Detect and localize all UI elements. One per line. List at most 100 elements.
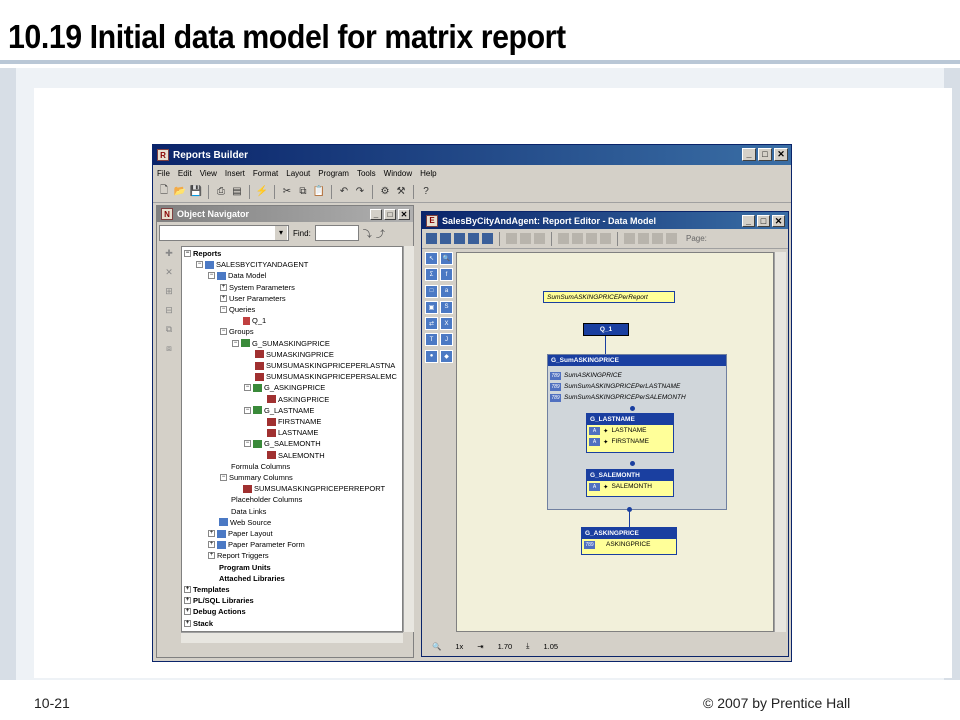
collapse-icon[interactable]: − — [232, 339, 239, 347]
expand-icon[interactable]: + — [208, 541, 215, 549]
query-q1[interactable]: Q_1 — [583, 323, 629, 336]
group-g-sumaskingprice[interactable]: G_SumASKINGPRICE 789 SumASKINGPRICE 789 Su… — [547, 354, 727, 510]
paper-layout-view-icon[interactable] — [454, 233, 465, 244]
menu-window[interactable]: Window — [384, 169, 412, 178]
tree-node[interactable]: + Debug Actions — [184, 607, 246, 616]
size-icon[interactable] — [534, 233, 545, 244]
collapse-icon[interactable]: − — [208, 272, 215, 280]
collapse-all-icon[interactable]: ⧈ — [166, 343, 172, 354]
tree-node[interactable]: Formula Columns — [220, 462, 290, 471]
menu-format[interactable]: Format — [253, 169, 278, 178]
tree-node[interactable]: + Report Triggers — [208, 551, 269, 560]
ref-cursor-tool-icon[interactable]: ▣ — [425, 300, 438, 314]
group-g-salemonth[interactable]: G_SALEMONTH A ✦ SALEMONTH — [586, 469, 674, 497]
menu-layout[interactable]: Layout — [286, 169, 310, 178]
navigator-close-button[interactable]: ✕ — [398, 209, 410, 220]
minimize-button[interactable]: _ — [742, 148, 756, 161]
bring-front-icon[interactable] — [586, 233, 597, 244]
expand-icon[interactable]: + — [184, 597, 191, 605]
undo-icon[interactable]: ↶ — [337, 185, 351, 199]
menu-insert[interactable]: Insert — [225, 169, 245, 178]
tree-node[interactable]: + Paper Layout — [208, 529, 273, 538]
tree-node[interactable]: SUMASKINGPRICE — [244, 350, 334, 359]
create-icon[interactable]: ✚ — [165, 248, 173, 259]
navigator-vertical-scrollbar[interactable] — [403, 246, 414, 632]
collapse-icon[interactable]: − — [220, 474, 227, 481]
expand-icon[interactable]: + — [184, 608, 191, 616]
expand-all-icon[interactable]: ⧉ — [166, 324, 172, 335]
open-icon[interactable]: 📂 — [173, 185, 187, 199]
tree-node[interactable]: + User Parameters — [220, 294, 286, 303]
tree-node[interactable]: − Queries — [220, 305, 255, 314]
report-summary-column[interactable]: SumSumASKINGPRICEPerReport — [543, 291, 675, 303]
tree-node[interactable]: SALEMONTH — [256, 451, 325, 460]
last-page-icon[interactable] — [666, 233, 677, 244]
collapse-icon[interactable]: − — [244, 384, 251, 392]
tree-node[interactable]: Placeholder Columns — [220, 495, 302, 504]
prev-page-icon[interactable] — [638, 233, 649, 244]
navigator-context-select[interactable] — [159, 225, 289, 241]
group-g-askingprice[interactable]: G_ASKINGPRICE 789 ASKINGPRICE — [581, 527, 677, 555]
tree-node[interactable]: − Reports — [184, 249, 221, 258]
tree-node[interactable]: SUMSUMASKINGPRICEPERSALEMC — [244, 372, 397, 381]
editor-vertical-scrollbar[interactable] — [774, 252, 786, 632]
parameter-form-view-icon[interactable] — [468, 233, 479, 244]
align-icon[interactable] — [506, 233, 517, 244]
new-icon[interactable]: 🗋 — [157, 185, 171, 199]
tree-node[interactable]: − Groups — [220, 327, 254, 336]
tree-node[interactable]: Web Source — [208, 518, 271, 527]
redo-icon[interactable]: ↷ — [353, 185, 367, 199]
tree-node[interactable]: ASKINGPRICE — [256, 395, 329, 404]
save-icon[interactable]: 💾 — [189, 185, 203, 199]
navigator-titlebar[interactable]: N Object Navigator _ □ ✕ — [157, 206, 413, 222]
find-prev-icon[interactable]: ⤴ — [376, 227, 385, 240]
tree-node[interactable]: − G_LASTNAME — [244, 406, 314, 415]
expand-icon[interactable]: + — [220, 283, 227, 291]
sql-query-tool-icon[interactable]: S — [440, 300, 453, 314]
collapse-icon[interactable]: − — [184, 250, 191, 257]
tree-node[interactable]: − G_SUMASKINGPRICE — [232, 339, 330, 348]
expand-icon[interactable]: + — [184, 586, 191, 593]
magnify-tool-icon[interactable]: 🔍 — [440, 252, 453, 265]
formula-column-tool-icon[interactable]: f — [440, 268, 453, 282]
first-page-icon[interactable] — [624, 233, 635, 244]
help-icon[interactable]: ? — [419, 185, 433, 199]
collapse-icon[interactable]: − — [220, 328, 227, 336]
delete-icon[interactable]: ✕ — [165, 267, 173, 278]
tree-node[interactable]: + PL/SQL Libraries — [184, 596, 254, 605]
tree-node[interactable]: − SALESBYCITYANDAGENT — [196, 260, 308, 269]
expand-icon[interactable]: + — [184, 619, 191, 627]
xml-query-tool-icon[interactable]: X — [440, 317, 453, 331]
express-query-tool-icon[interactable]: ● — [425, 349, 438, 363]
menu-edit[interactable]: Edit — [178, 169, 192, 178]
select-tool-icon[interactable]: ↖ — [425, 252, 438, 265]
navigator-maximize-button[interactable]: □ — [384, 209, 396, 220]
navigator-minimize-button[interactable]: _ — [370, 209, 382, 220]
tree-node[interactable]: SUMSUMASKINGPRICEPERREPORT — [232, 484, 385, 493]
jdbc-query-tool-icon[interactable]: J — [440, 333, 453, 347]
tree-node[interactable]: − Summary Columns — [220, 473, 293, 482]
ungroup-icon[interactable] — [572, 233, 583, 244]
close-button[interactable]: ✕ — [774, 148, 788, 161]
cut-icon[interactable]: ✂ — [280, 185, 294, 199]
web-source-view-icon[interactable] — [440, 233, 451, 244]
tree-node[interactable]: Attached Libraries — [208, 574, 285, 583]
menu-tools[interactable]: Tools — [357, 169, 376, 178]
print-icon[interactable]: ⎙ — [214, 185, 228, 199]
menu-file[interactable]: File — [157, 169, 170, 178]
tree-node[interactable]: + Templates — [184, 585, 230, 594]
expand-icon[interactable]: + — [208, 530, 215, 537]
expand-icon[interactable]: + — [220, 294, 227, 302]
maximize-button[interactable]: □ — [758, 148, 772, 161]
tree-node[interactable]: FIRSTNAME — [256, 417, 321, 426]
tree-node[interactable]: SUMSUMASKINGPRICEPERLASTNA — [244, 361, 395, 370]
summary-column-tool-icon[interactable]: Σ — [425, 268, 438, 282]
tree-node[interactable]: + System Parameters — [220, 283, 295, 292]
olap-query-tool-icon[interactable]: ◆ — [440, 349, 453, 363]
expand-icon[interactable]: + — [208, 552, 215, 560]
connect-icon[interactable]: ⚡ — [255, 185, 269, 199]
editor-minimize-button[interactable]: _ — [742, 215, 755, 227]
collapse-icon[interactable]: ⊟ — [165, 305, 173, 316]
data-model-view-icon[interactable] — [426, 233, 437, 244]
tree-node[interactable]: + Stack — [184, 619, 213, 628]
